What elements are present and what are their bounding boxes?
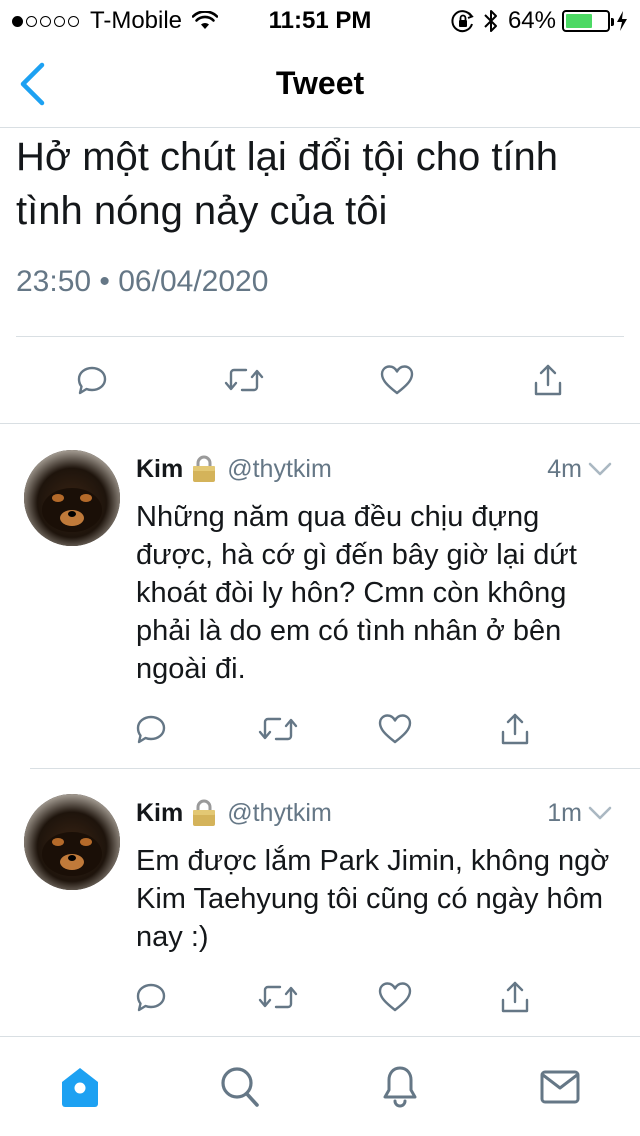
charging-icon	[617, 11, 627, 31]
avatar[interactable]	[24, 450, 120, 546]
chevron-down-icon[interactable]	[588, 461, 612, 477]
search-icon	[221, 1067, 259, 1107]
bluetooth-icon	[484, 10, 497, 32]
like-button[interactable]	[370, 704, 420, 754]
tab-messages[interactable]	[534, 1061, 586, 1113]
reply-button[interactable]	[67, 355, 117, 405]
main-tweet: Hở một chút lại đổi tội cho tính tình nó…	[0, 128, 640, 424]
tab-search[interactable]	[214, 1061, 266, 1113]
nav-bar: Tweet	[0, 40, 640, 128]
tweet-actions	[0, 336, 640, 424]
avatar-image	[24, 450, 120, 546]
page-title: Tweet	[275, 65, 365, 101]
user-handle[interactable]: @thytkim	[227, 799, 332, 828]
reply-button[interactable]	[126, 972, 176, 1022]
reply-icon	[136, 715, 166, 744]
like-button[interactable]	[370, 972, 420, 1022]
reply-icon	[136, 983, 166, 1012]
reply-button[interactable]	[126, 704, 176, 754]
retweet-button[interactable]	[253, 972, 303, 1022]
share-button[interactable]	[523, 355, 573, 405]
reply-header: Kim @thytkim 1m	[136, 796, 612, 830]
tab-home[interactable]	[54, 1061, 106, 1113]
user-handle[interactable]: @thytkim	[227, 455, 332, 484]
like-icon	[380, 365, 414, 395]
reply-time: 4m	[547, 454, 582, 483]
reply-time: 1m	[547, 798, 582, 827]
tab-notifications[interactable]	[374, 1061, 426, 1113]
like-icon	[378, 714, 412, 744]
display-name[interactable]: Kim	[136, 455, 183, 484]
reply-text: Những năm qua đều chịu đựng được, hà cớ …	[136, 501, 577, 685]
tweet-timestamp: 23:50 • 06/04/2020	[16, 265, 269, 298]
home-icon	[62, 1068, 98, 1107]
notifications-icon	[383, 1066, 417, 1108]
retweet-button[interactable]	[253, 704, 303, 754]
tweet-actions	[0, 704, 640, 754]
share-button[interactable]	[490, 704, 540, 754]
tweet-actions	[0, 972, 640, 1022]
battery-icon	[562, 10, 614, 32]
display-name[interactable]: Kim	[136, 799, 183, 828]
retweet-button[interactable]	[219, 355, 269, 405]
messages-icon	[540, 1070, 580, 1104]
avatar-image	[24, 794, 120, 890]
avatar[interactable]	[24, 794, 120, 890]
share-icon	[534, 364, 562, 396]
reply-header: Kim @thytkim 4m	[136, 452, 612, 486]
lock-icon	[193, 799, 216, 826]
reply-tweet[interactable]: Kim @thytkim 4m Những năm qua đều chịu đ…	[0, 424, 640, 768]
reply-icon	[77, 366, 107, 395]
share-button[interactable]	[490, 972, 540, 1022]
retweet-icon	[224, 368, 264, 392]
status-right: 64%	[444, 7, 628, 35]
like-icon	[378, 982, 412, 1012]
retweet-icon	[258, 717, 298, 741]
reply-tweet[interactable]: Kim @thytkim 1m Em được lắm Park Jimin, …	[0, 768, 640, 1036]
tab-bar	[0, 1036, 640, 1136]
battery-level-fill	[566, 14, 592, 28]
divider	[30, 768, 640, 769]
chevron-down-icon[interactable]	[588, 805, 612, 821]
tweet-text: Hở một chút lại đổi tội cho tính tình nó…	[16, 135, 559, 233]
like-button[interactable]	[372, 355, 422, 405]
battery-percent: 64%	[507, 7, 556, 34]
status-bar: T-Mobile 11:51 PM 64%	[0, 0, 640, 40]
share-icon	[501, 981, 529, 1013]
lock-icon	[193, 455, 216, 482]
reply-text: Em được lắm Park Jimin, không ngờ Kim Ta…	[136, 845, 610, 953]
retweet-icon	[258, 985, 298, 1009]
orientation-lock-icon	[451, 10, 474, 33]
share-icon	[501, 713, 529, 745]
